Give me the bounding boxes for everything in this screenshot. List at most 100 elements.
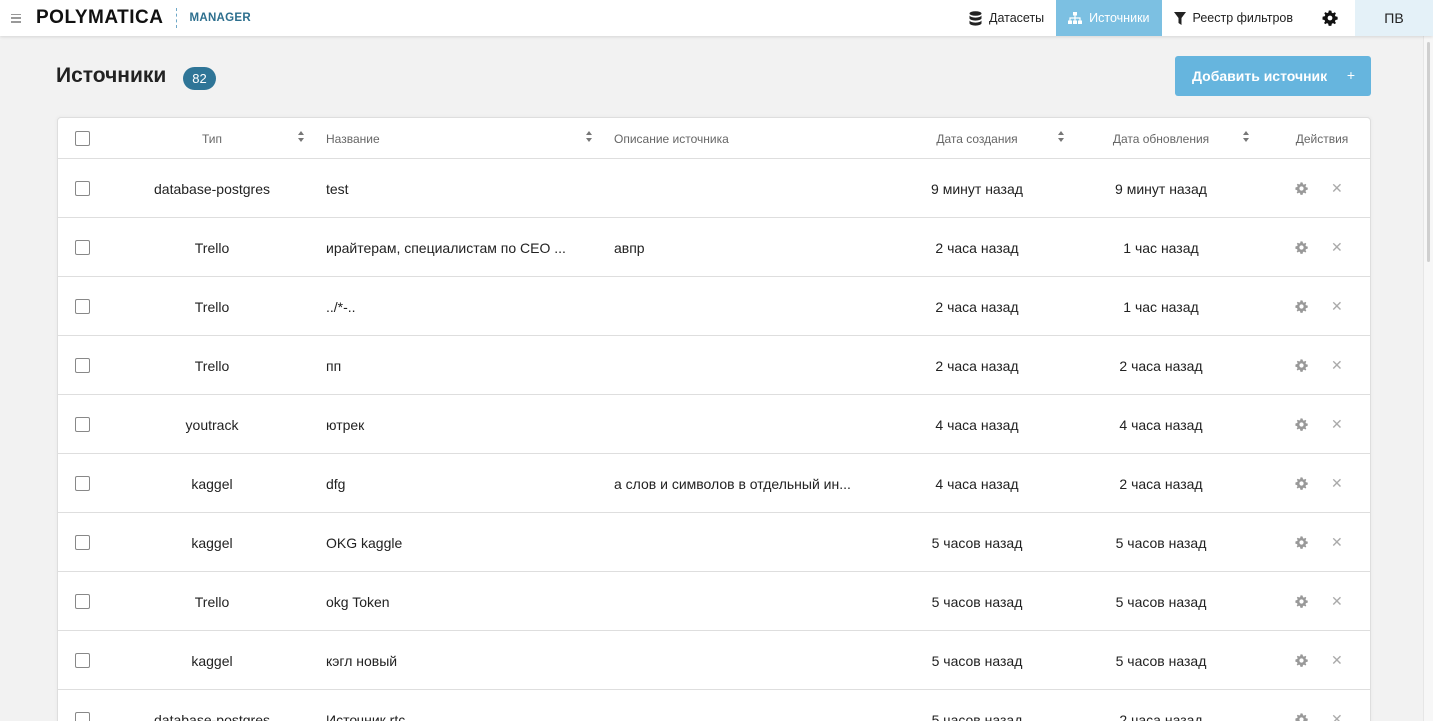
cell-name[interactable]: ирайтерам, специалистам по СЕО ...: [326, 240, 586, 256]
row-checkbox[interactable]: [75, 240, 90, 255]
row-delete-close-icon[interactable]: ✕: [1331, 299, 1343, 313]
cell-name[interactable]: ютрек: [326, 417, 586, 433]
row-delete-close-icon[interactable]: ✕: [1331, 594, 1343, 608]
row-checkbox[interactable]: [75, 594, 90, 609]
row-settings-gear-icon[interactable]: [1295, 418, 1308, 431]
table-row[interactable]: Trello ../*-.. 2 часа назад 1 час назад ✕: [58, 277, 1370, 336]
page-scrollbar-thumb[interactable]: [1427, 42, 1430, 262]
cell-name[interactable]: test: [326, 181, 586, 197]
sort-name-icon[interactable]: [586, 131, 592, 143]
cell-type: database-postgres: [154, 712, 270, 721]
row-checkbox[interactable]: [75, 358, 90, 373]
column-header-created[interactable]: Дата создания: [896, 132, 1058, 146]
sort-type-icon[interactable]: [298, 131, 304, 143]
row-settings-gear-icon[interactable]: [1295, 713, 1308, 721]
row-settings-gear-icon[interactable]: [1295, 595, 1308, 608]
row-checkbox[interactable]: [75, 299, 90, 314]
cell-name[interactable]: кэгл новый: [326, 653, 586, 669]
cell-created: 2 часа назад: [935, 240, 1019, 256]
cell-name[interactable]: пп: [326, 358, 586, 374]
cell-created: 5 часов назад: [931, 535, 1023, 551]
row-settings-gear-icon[interactable]: [1295, 654, 1308, 667]
table-row[interactable]: Trello ирайтерам, специалистам по СЕО ...…: [58, 218, 1370, 277]
cell-updated: 5 часов назад: [1115, 535, 1207, 551]
row-delete-close-icon[interactable]: ✕: [1331, 240, 1343, 254]
cell-name[interactable]: ../*-..: [326, 299, 586, 315]
cell-name[interactable]: Источник rtc: [326, 712, 586, 721]
row-settings-gear-icon[interactable]: [1295, 241, 1308, 254]
cell-updated: 1 час назад: [1123, 240, 1199, 256]
row-checkbox[interactable]: [75, 535, 90, 550]
row-checkbox[interactable]: [75, 417, 90, 432]
cell-created: 4 часа назад: [935, 417, 1019, 433]
row-settings-gear-icon[interactable]: [1295, 477, 1308, 490]
row-delete-close-icon[interactable]: ✕: [1331, 712, 1343, 721]
sort-created-icon[interactable]: [1058, 131, 1064, 143]
cell-updated: 2 часа назад: [1119, 476, 1203, 492]
cell-name[interactable]: dfg: [326, 476, 586, 492]
row-checkbox[interactable]: [75, 476, 90, 491]
row-delete-close-icon[interactable]: ✕: [1331, 358, 1343, 372]
table-row[interactable]: database-postgres Источник rtc 5 часов наз…: [58, 690, 1370, 721]
cell-name[interactable]: OKG kaggle: [326, 535, 586, 551]
cell-type: Trello: [194, 358, 230, 374]
column-header-updated[interactable]: Дата обновления: [1080, 132, 1242, 146]
column-header-actions: Действия: [1295, 132, 1349, 146]
row-settings-gear-icon[interactable]: [1295, 359, 1308, 372]
cell-created: 5 часов назад: [931, 653, 1023, 669]
database-icon: [969, 10, 982, 26]
cell-updated: 9 минут назад: [1115, 181, 1207, 197]
row-delete-close-icon[interactable]: ✕: [1331, 417, 1343, 431]
cell-updated: 2 часа назад: [1119, 358, 1203, 374]
cell-name[interactable]: okg Token: [326, 594, 586, 610]
nav-datasets-label: Датасеты: [988, 11, 1045, 25]
cell-created: 2 часа назад: [935, 299, 1019, 315]
nav-sources[interactable]: Источники: [1056, 0, 1162, 36]
sort-updated-icon[interactable]: [1243, 131, 1249, 143]
column-header-description: Описание источника: [614, 132, 729, 146]
settings-button[interactable]: [1305, 0, 1355, 36]
cell-updated: 1 час назад: [1123, 299, 1199, 315]
product-name: MANAGER: [189, 12, 251, 24]
row-delete-close-icon[interactable]: ✕: [1331, 535, 1343, 549]
row-delete-close-icon[interactable]: ✕: [1331, 181, 1343, 195]
column-header-type[interactable]: Тип: [112, 132, 312, 146]
user-avatar[interactable]: ПВ: [1355, 0, 1433, 36]
table-header: Тип Название Описание источника Дата соз…: [58, 118, 1370, 159]
gear-icon: [1322, 10, 1338, 26]
filter-funnel-icon: [1173, 11, 1186, 25]
cell-type: kaggel: [191, 476, 233, 492]
nav-sources-label: Источники: [1089, 11, 1150, 25]
cell-updated: 5 часов назад: [1115, 653, 1207, 669]
row-delete-close-icon[interactable]: ✕: [1331, 476, 1343, 490]
cell-created: 2 часа назад: [935, 358, 1019, 374]
table-row[interactable]: youtrack ютрек 4 часа назад 4 часа назад ✕: [58, 395, 1370, 454]
hierarchy-icon: [1068, 12, 1083, 24]
row-settings-gear-icon[interactable]: [1295, 300, 1308, 313]
table-row[interactable]: kaggel кэгл новый 5 часов назад 5 часов наз…: [58, 631, 1370, 690]
main-nav: Датасеты Источники Реестр фильтров ПВ: [957, 0, 1433, 36]
nav-datasets[interactable]: Датасеты: [957, 0, 1056, 36]
cell-type: database-postgres: [154, 181, 270, 197]
row-checkbox[interactable]: [75, 712, 90, 721]
table-row[interactable]: kaggel OKG kaggle 5 часов назад 5 часов наз…: [58, 513, 1370, 572]
hamburger-menu-icon[interactable]: [11, 13, 21, 23]
nav-filter-registry[interactable]: Реестр фильтров: [1162, 0, 1305, 36]
row-checkbox[interactable]: [75, 181, 90, 196]
cell-description: а слов и символов в отдельный ин...: [614, 476, 851, 492]
polymatica-logo[interactable]: POLYMATICA: [36, 7, 163, 29]
table-row[interactable]: Trello пп 2 часа назад 2 часа назад ✕: [58, 336, 1370, 395]
table-row[interactable]: Trello okg Token 5 часов назад 5 часов наза…: [58, 572, 1370, 631]
table-row[interactable]: database-postgres test 9 минут назад 9 мину…: [58, 159, 1370, 218]
add-source-button[interactable]: Добавить источник +: [1175, 56, 1371, 96]
top-navigation-bar: POLYMATICA MANAGER Датасеты Источники Ре…: [0, 0, 1433, 36]
table-row[interactable]: kaggel dfg а слов и символов в отдельный и…: [58, 454, 1370, 513]
row-checkbox[interactable]: [75, 653, 90, 668]
cell-type: kaggel: [191, 535, 233, 551]
row-settings-gear-icon[interactable]: [1295, 182, 1308, 195]
select-all-checkbox[interactable]: [75, 131, 90, 146]
row-delete-close-icon[interactable]: ✕: [1331, 653, 1343, 667]
column-header-name[interactable]: Название: [326, 132, 380, 146]
row-settings-gear-icon[interactable]: [1295, 536, 1308, 549]
logo-divider: [176, 8, 178, 28]
